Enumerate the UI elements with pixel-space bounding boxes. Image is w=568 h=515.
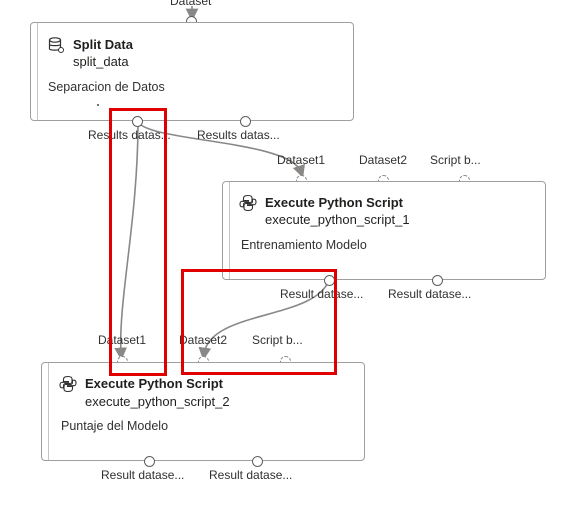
- node-title: Execute Python Script: [85, 376, 223, 391]
- split-output-label-2: Results datas...: [197, 128, 280, 142]
- split-data-node[interactable]: Split Data split_data Separacion de Dato…: [30, 22, 354, 121]
- python2-output-label-2: Result datase...: [209, 468, 293, 482]
- python2-input-label-3: Script b...: [252, 333, 303, 347]
- python1-input-label-1: Dataset1: [277, 153, 326, 167]
- python1-input-label-3: Script b...: [430, 153, 481, 167]
- python1-output-port-2[interactable]: [432, 275, 443, 286]
- python2-input-label-2: Dataset2: [179, 333, 228, 347]
- node-accent: [229, 182, 230, 279]
- node-accent: [37, 23, 38, 120]
- node-module-id: split_data: [73, 54, 129, 69]
- python1-output-label-1: Result datase...: [280, 287, 364, 301]
- node-comment: Puntaje del Modelo: [61, 419, 169, 433]
- node-module-id: execute_python_script_1: [265, 212, 410, 227]
- python1-output-label-2: Result datase...: [388, 287, 472, 301]
- node-comment: Entrenamiento Modelo: [241, 238, 367, 252]
- pipeline-canvas[interactable]: Dataset Split Data split_data Separacion…: [0, 0, 568, 515]
- python2-input-label-1: Dataset1: [98, 333, 147, 347]
- split-output-port-2[interactable]: [240, 116, 251, 127]
- node-title: Execute Python Script: [265, 195, 403, 210]
- python2-output-port-2[interactable]: [252, 456, 263, 467]
- database-icon: [48, 37, 64, 53]
- python2-output-label-1: Result datase...: [101, 468, 185, 482]
- node-title: Split Data: [73, 37, 133, 52]
- edge-split-to-python2-dataset1: [114, 121, 139, 361]
- node-accent: [48, 363, 49, 460]
- node-module-id: execute_python_script_2: [85, 394, 230, 409]
- python2-output-port-1[interactable]: [144, 456, 155, 467]
- python1-input-label-2: Dataset2: [359, 153, 408, 167]
- dot-marker: [97, 104, 99, 106]
- execute-python-script-2-node[interactable]: Execute Python Script execute_python_scr…: [41, 362, 365, 461]
- python-icon: [59, 375, 77, 393]
- split-output-label-1: Results datas...: [88, 128, 171, 142]
- python1-output-port-1[interactable]: [324, 275, 335, 286]
- execute-python-script-1-node[interactable]: Execute Python Script execute_python_scr…: [222, 181, 546, 280]
- python-icon: [239, 194, 257, 212]
- node-comment: Separacion de Datos: [48, 80, 165, 94]
- top-input-label: Dataset: [170, 0, 212, 8]
- split-output-port-1[interactable]: [132, 116, 143, 127]
